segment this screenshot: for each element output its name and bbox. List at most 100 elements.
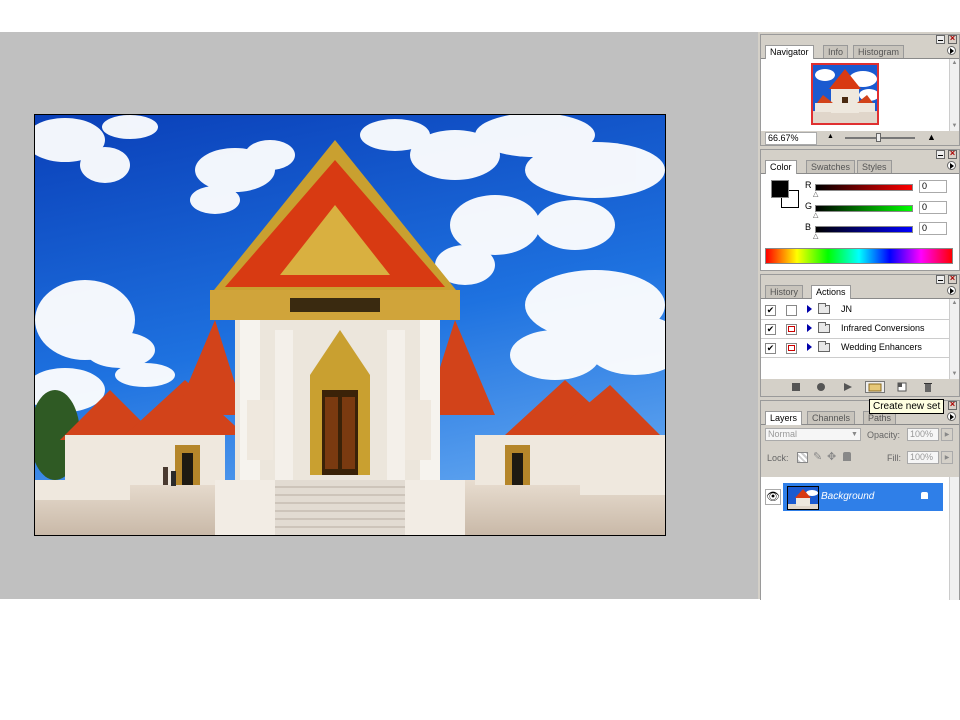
panel-menu-icon[interactable] (947, 46, 956, 55)
lock-transparency-icon[interactable] (797, 452, 808, 463)
navigator-tabs: Navigator Info Histogram (761, 45, 959, 59)
dialog-toggle[interactable] (786, 305, 797, 316)
fill-field[interactable]: 100% (907, 451, 939, 464)
panel-menu-icon[interactable] (947, 286, 956, 295)
tab-info[interactable]: Info (823, 45, 849, 58)
minimize-icon[interactable] (936, 35, 945, 44)
color-spectrum-ramp[interactable] (765, 248, 953, 264)
zoom-in-icon[interactable]: ▲ (927, 133, 939, 142)
close-icon[interactable] (948, 33, 957, 44)
tab-histogram[interactable]: Histogram (853, 45, 905, 58)
panel-menu-icon[interactable] (947, 161, 956, 170)
tab-channels[interactable]: Channels (807, 411, 856, 424)
navigator-zoom-bar: 66.67% ▲ ▲ (761, 131, 959, 145)
toggle-item-checkbox[interactable]: ✔ (765, 305, 776, 316)
navigator-thumbnail[interactable] (811, 63, 879, 125)
color-panel: Color Swatches Styles R △ 0 G △ 0 B △ 0 (760, 148, 960, 271)
expand-triangle-icon[interactable] (807, 324, 812, 332)
zoom-out-icon[interactable]: ▲ (827, 133, 835, 140)
layers-list: 👁 Background (761, 477, 959, 600)
new-set-folder-icon[interactable] (865, 381, 885, 393)
tab-swatches[interactable]: Swatches (806, 160, 856, 173)
panel-titlebar[interactable] (761, 33, 959, 45)
temple-photo (35, 115, 665, 535)
actions-scrollbar[interactable]: ▲ ▼ (949, 299, 959, 379)
layer-name[interactable]: Background (821, 491, 874, 502)
toggle-item-checkbox[interactable]: ✔ (765, 343, 776, 354)
tab-styles[interactable]: Styles (857, 160, 892, 173)
layer-row-background[interactable]: 👁 Background (761, 483, 945, 511)
actions-tabs: History Actions (761, 285, 959, 299)
action-set-row[interactable]: ✔ Infrared Conversions (761, 320, 949, 339)
red-slider[interactable] (815, 184, 913, 191)
trash-icon[interactable] (923, 382, 933, 392)
lock-label: Lock: (767, 453, 789, 463)
green-label: G (805, 201, 813, 211)
layer-options: Normal ▼ Opacity: 100% ▶ Lock: ✎ ✥ Fill:… (761, 425, 959, 477)
stop-icon[interactable] (791, 382, 801, 392)
tab-history[interactable]: History (765, 285, 804, 298)
lock-paint-icon[interactable]: ✎ (813, 450, 822, 463)
blue-slider[interactable] (815, 226, 913, 233)
foreground-color-swatch[interactable] (771, 180, 789, 198)
zoom-slider-thumb[interactable] (876, 133, 881, 142)
lock-all-icon[interactable] (843, 452, 851, 461)
blue-label: B (805, 222, 812, 232)
close-icon[interactable] (948, 148, 957, 159)
opacity-arrow-icon[interactable]: ▶ (941, 428, 953, 441)
expand-triangle-icon[interactable] (807, 343, 812, 351)
dialog-toggle[interactable] (786, 324, 797, 335)
palette-well: Navigator Info Histogram (758, 32, 960, 600)
expand-triangle-icon[interactable] (807, 305, 812, 313)
folder-icon (818, 303, 830, 314)
zoom-field[interactable]: 66.67% (765, 132, 817, 145)
layer-visibility-eye-icon[interactable]: 👁 (765, 489, 781, 505)
actions-button-bar (761, 379, 959, 395)
red-label: R (805, 180, 812, 190)
opacity-field[interactable]: 100% (907, 428, 939, 441)
panel-titlebar[interactable] (761, 273, 959, 285)
tab-layers[interactable]: Layers (765, 411, 803, 425)
green-slider[interactable] (815, 205, 913, 212)
blend-mode-select[interactable]: Normal (765, 428, 861, 441)
action-set-label: JN (841, 304, 852, 314)
scroll-up-icon[interactable]: ▲ (951, 300, 958, 307)
action-set-row[interactable]: ✔ JN (761, 301, 949, 320)
tab-actions[interactable]: Actions (811, 285, 851, 299)
action-set-row[interactable]: ✔ Wedding Enhancers (761, 339, 949, 358)
thumbnail-image (813, 65, 877, 123)
lock-move-icon[interactable]: ✥ (827, 450, 836, 463)
green-slider-thumb[interactable]: △ (813, 212, 818, 219)
create-new-set-tooltip: Create new set (869, 399, 945, 414)
navigator-scrollbar[interactable]: ▲ ▼ (949, 59, 959, 131)
dialog-toggle[interactable] (786, 343, 797, 354)
action-set-label: Infrared Conversions (841, 323, 925, 333)
toggle-item-checkbox[interactable]: ✔ (765, 324, 776, 335)
tab-navigator[interactable]: Navigator (765, 45, 814, 59)
green-value[interactable]: 0 (919, 201, 947, 214)
record-icon[interactable] (816, 382, 826, 392)
folder-icon (818, 322, 830, 333)
tab-color[interactable]: Color (765, 160, 797, 174)
close-icon[interactable] (948, 273, 957, 284)
new-action-icon[interactable] (897, 382, 907, 392)
red-slider-thumb[interactable]: △ (813, 191, 818, 198)
blue-value[interactable]: 0 (919, 222, 947, 235)
play-icon[interactable] (843, 382, 853, 392)
minimize-icon[interactable] (936, 150, 945, 159)
chevron-down-icon[interactable]: ▼ (851, 431, 858, 438)
scroll-up-icon[interactable]: ▲ (951, 60, 958, 67)
color-tabs: Color Swatches Styles (761, 160, 959, 174)
color-body: R △ 0 G △ 0 B △ 0 (761, 174, 959, 270)
panel-titlebar[interactable] (761, 148, 959, 160)
scroll-down-icon[interactable]: ▼ (951, 371, 958, 378)
fill-arrow-icon[interactable]: ▶ (941, 451, 953, 464)
minimize-icon[interactable] (936, 275, 945, 284)
layers-scrollbar[interactable] (949, 477, 959, 600)
red-value[interactable]: 0 (919, 180, 947, 193)
close-icon[interactable] (948, 399, 957, 410)
scroll-down-icon[interactable]: ▼ (951, 123, 958, 130)
image-canvas[interactable] (34, 114, 666, 536)
blue-slider-thumb[interactable]: △ (813, 233, 818, 240)
panel-menu-icon[interactable] (947, 412, 956, 421)
